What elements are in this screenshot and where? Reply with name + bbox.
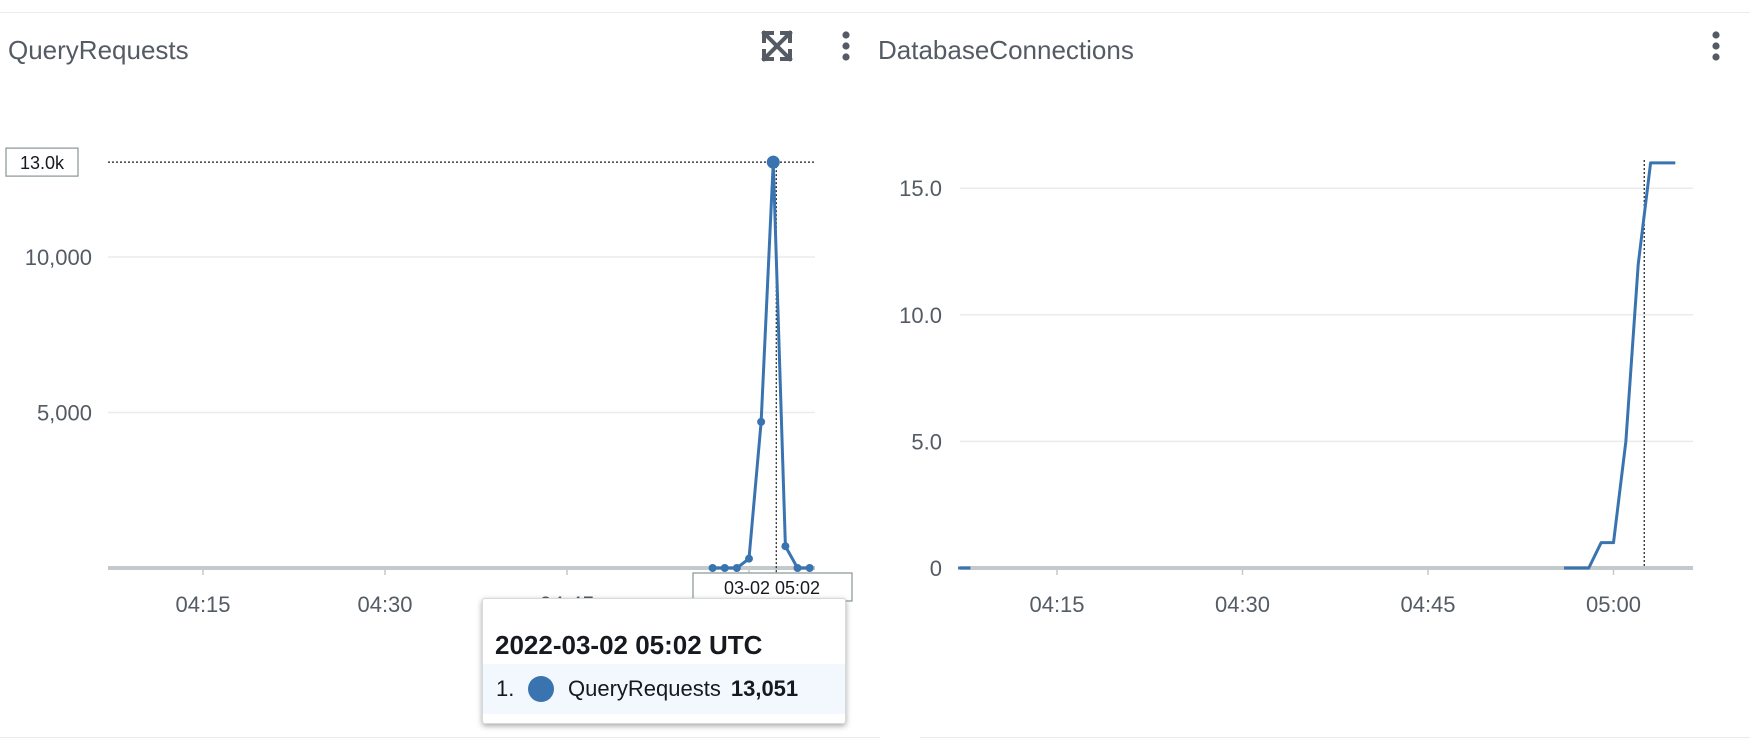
x-tick-label: 05:00 <box>1586 592 1641 617</box>
y-value-label: 13.0k <box>20 153 65 173</box>
chart-tooltip: 2022-03-02 05:02 UTC 1. QueryRequests 13… <box>482 598 846 724</box>
series-line-query-requests <box>712 160 810 570</box>
data-point <box>781 542 790 551</box>
data-point <box>805 564 814 572</box>
x-tick-label: 04:15 <box>175 592 230 617</box>
data-point <box>732 564 741 572</box>
tooltip-row-index: 1. <box>496 676 515 701</box>
database-connections-chart: 0 5.0 10.0 15.0 04:15 04:30 04:45 05:00 <box>899 160 1693 617</box>
x-tick-label: 04:15 <box>1029 592 1084 617</box>
y-tick-label: 5.0 <box>911 429 942 454</box>
widget-database-connections: DatabaseConnections 0 5.0 10.0 15.0 04:15 04:… <box>878 13 1750 738</box>
tooltip-series-name: QueryRequests <box>568 676 721 701</box>
y-tick-label: 5,000 <box>37 401 92 426</box>
tooltip-series-value: 13,051 <box>730 676 799 701</box>
y-tick-label: 15.0 <box>899 176 942 201</box>
y-tick-label: 0 <box>930 556 942 581</box>
data-point <box>793 564 802 572</box>
data-point <box>766 155 780 169</box>
x-tick-label: 04:30 <box>357 592 412 617</box>
series-color-swatch <box>528 676 554 702</box>
x-value-label: 03-02 05:02 <box>724 578 820 598</box>
tooltip-row: 1. QueryRequests 13,051 <box>483 664 845 714</box>
data-point <box>757 417 766 426</box>
data-point <box>745 554 753 563</box>
tooltip-title: 2022-03-02 05:02 UTC <box>495 630 763 660</box>
x-tick-label: 04:30 <box>1215 592 1270 617</box>
y-tick-label: 10,000 <box>25 245 92 270</box>
widget-bottom-border <box>0 737 880 738</box>
data-point <box>708 564 717 572</box>
widget-bottom-border <box>920 737 1750 738</box>
data-point <box>720 564 729 572</box>
y-tick-label: 10.0 <box>899 303 942 328</box>
series-line-database-connections <box>1564 161 1676 570</box>
x-tick-label: 04:45 <box>1400 592 1455 617</box>
